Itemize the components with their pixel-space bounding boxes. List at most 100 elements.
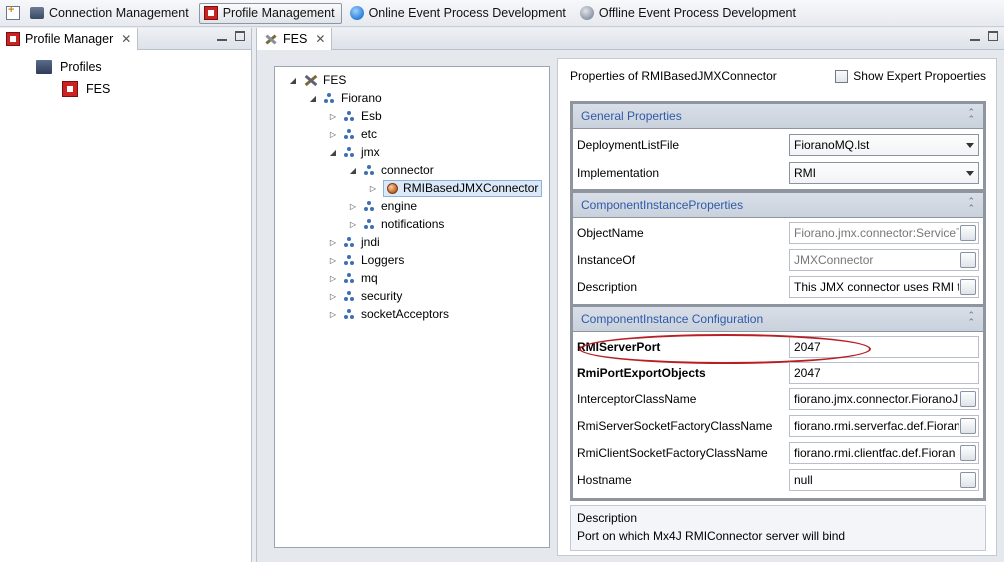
collapse-icon[interactable]: ⌃ ⌃ (967, 197, 975, 213)
profile-management-button[interactable]: Profile Management (198, 2, 342, 24)
collapsed-arrow-icon[interactable]: ▷ (327, 236, 339, 248)
selected-tree-item[interactable]: RMIBasedJMXConnector (383, 179, 543, 197)
edit-ellipsis-button[interactable] (960, 225, 976, 241)
tree-item-label: etc (361, 127, 378, 141)
minimize-icon[interactable] (217, 31, 227, 41)
collapsed-arrow-icon[interactable]: ▷ (327, 128, 339, 140)
property-label: RMIServerPort (577, 340, 661, 354)
property-label: RmiClientSocketFactoryClassName (577, 446, 768, 460)
collapsed-arrow-icon[interactable]: ▷ (327, 272, 339, 284)
collapsed-arrow-icon[interactable]: ▷ (347, 200, 359, 212)
folder-node-icon (323, 92, 335, 104)
object-name-field[interactable]: Fiorano.jmx.connector:ServiceT (789, 222, 979, 244)
editor-tabbar: FES ✕ (257, 27, 1004, 50)
property-row: RmiPortExportObjects 2047 (573, 360, 983, 386)
edit-ellipsis-button[interactable] (960, 279, 976, 295)
close-icon[interactable]: ✕ (315, 32, 325, 46)
tree-item-engine[interactable]: ▷ engine (283, 197, 542, 215)
expanded-arrow-icon[interactable]: ◢ (347, 164, 359, 176)
instance-of-field[interactable]: JMXConnector (789, 249, 979, 271)
maximize-icon[interactable] (988, 31, 998, 41)
show-expert-properties-checkbox[interactable]: Show Expert Propoerties (835, 69, 986, 83)
checkbox-icon[interactable] (835, 69, 849, 83)
tree-item-jndi[interactable]: ▷ jndi (283, 233, 542, 251)
tree-item-mq[interactable]: ▷ mq (283, 269, 542, 287)
rmi-server-socket-factory-field[interactable]: fiorano.rmi.serverfac.def.Fioran (789, 415, 979, 437)
edit-ellipsis-button[interactable] (960, 391, 976, 407)
tree-item-fes-profile[interactable]: FES (8, 78, 110, 100)
rmi-server-port-field[interactable]: 2047 (789, 336, 979, 358)
tab-profile-manager[interactable]: Profile Manager ✕ (0, 27, 139, 50)
tree-item-label: FES (323, 73, 347, 87)
tree-item-loggers[interactable]: ▷ Loggers (283, 251, 542, 269)
collapsed-arrow-icon[interactable]: ▷ (327, 254, 339, 266)
tree-item-socket-acceptors[interactable]: ▷ socketAcceptors (283, 305, 542, 323)
interceptor-class-name-field[interactable]: fiorano.jmx.connector.FioranoJ (789, 388, 979, 410)
edit-ellipsis-button[interactable] (960, 445, 976, 461)
profile-manager-tabbar: Profile Manager ✕ (0, 27, 251, 50)
properties-panel: Properties of RMIBasedJMXConnector Show … (557, 58, 997, 556)
folder-node-icon (363, 218, 375, 230)
tree-item-connector[interactable]: ◢ connector (283, 161, 542, 179)
component-instance-configuration-body: RMIServerPort 2047 RmiPortExportObjects … (573, 332, 983, 498)
dropdown-arrow-icon[interactable] (966, 171, 974, 176)
field-value: JMXConnector (794, 253, 874, 267)
tab-fes[interactable]: FES ✕ (257, 27, 333, 50)
tree-item-profiles[interactable]: Profiles (8, 56, 110, 78)
section-component-instance-configuration[interactable]: ComponentInstance Configuration ⌃ ⌃ (573, 307, 983, 331)
new-profile-icon[interactable] (6, 4, 20, 20)
edit-ellipsis-button[interactable] (960, 472, 976, 488)
tree-item-fiorano[interactable]: ◢ Fiorano (283, 89, 542, 107)
tree-item-security[interactable]: ▷ security (283, 287, 542, 305)
tree-item-fes[interactable]: ◢ FES (283, 71, 542, 89)
tree-item-esb[interactable]: ▷ Esb (283, 107, 542, 125)
dropdown-arrow-icon[interactable] (966, 143, 974, 148)
description-field[interactable]: This JMX connector uses RMI tr (789, 276, 979, 298)
tree-item-label: Loggers (361, 253, 405, 267)
offline-event-process-button[interactable]: Offline Event Process Development (576, 3, 802, 24)
tree-item-etc[interactable]: ▷ etc (283, 125, 542, 143)
description-title: Description (577, 511, 638, 525)
field-value: fiorano.rmi.serverfac.def.Fioran (794, 419, 959, 433)
rmi-port-export-objects-field[interactable]: 2047 (789, 362, 979, 384)
tools-icon (263, 32, 279, 46)
hostname-field[interactable]: null (789, 469, 979, 491)
property-label: Implementation (577, 166, 660, 180)
property-row: Implementation RMI (573, 160, 983, 186)
collapsed-arrow-icon[interactable]: ▷ (327, 308, 339, 320)
collapsed-arrow-icon[interactable]: ▷ (327, 290, 339, 302)
tree-item-jmx[interactable]: ◢ jmx (283, 143, 542, 161)
tree-item-rmi-connector[interactable]: ▷ RMIBasedJMXConnector (283, 179, 543, 197)
online-event-process-button[interactable]: Online Event Process Development (346, 3, 572, 24)
edit-ellipsis-button[interactable] (960, 418, 976, 434)
connection-management-button[interactable]: Connection Management (26, 3, 195, 24)
section-general-properties[interactable]: General Properties ⌃ ⌃ (573, 104, 983, 128)
collapsed-arrow-icon[interactable]: ▷ (367, 182, 379, 194)
collapse-icon[interactable]: ⌃ ⌃ (967, 311, 975, 327)
rmi-client-socket-factory-field[interactable]: fiorano.rmi.clientfac.def.Fioran (789, 442, 979, 464)
offline-process-icon (579, 6, 594, 20)
collapsed-arrow-icon[interactable]: ▷ (347, 218, 359, 230)
tree-item-notifications[interactable]: ▷ notifications (283, 215, 542, 233)
tree-item-label: engine (381, 199, 418, 213)
expanded-arrow-icon[interactable]: ◢ (307, 92, 319, 104)
collapsed-arrow-icon[interactable]: ▷ (327, 110, 339, 122)
connection-management-label: Connection Management (49, 6, 189, 20)
minimize-icon[interactable] (970, 31, 980, 41)
property-label: Hostname (577, 473, 632, 487)
close-icon[interactable]: ✕ (121, 32, 131, 46)
expanded-arrow-icon[interactable]: ◢ (327, 146, 339, 158)
section-component-instance-properties[interactable]: ComponentInstanceProperties ⌃ ⌃ (573, 193, 983, 217)
maximize-icon[interactable] (235, 31, 245, 41)
collapse-icon[interactable]: ⌃ ⌃ (967, 108, 975, 124)
property-sheet: General Properties ⌃ ⌃ DeploymentListFile… (570, 101, 986, 501)
profile-manager-view: Profile Manager ✕ Profiles FES (0, 27, 252, 562)
folder-node-icon (343, 272, 355, 284)
deployment-list-file-select[interactable]: FioranoMQ.lst (789, 134, 979, 156)
expanded-arrow-icon[interactable]: ◢ (287, 74, 299, 86)
tab-fes-label: FES (283, 31, 308, 46)
select-value: FioranoMQ.lst (794, 138, 870, 152)
section-title: ComponentInstance Configuration (581, 312, 764, 326)
edit-ellipsis-button[interactable] (960, 252, 976, 268)
implementation-select[interactable]: RMI (789, 162, 979, 184)
